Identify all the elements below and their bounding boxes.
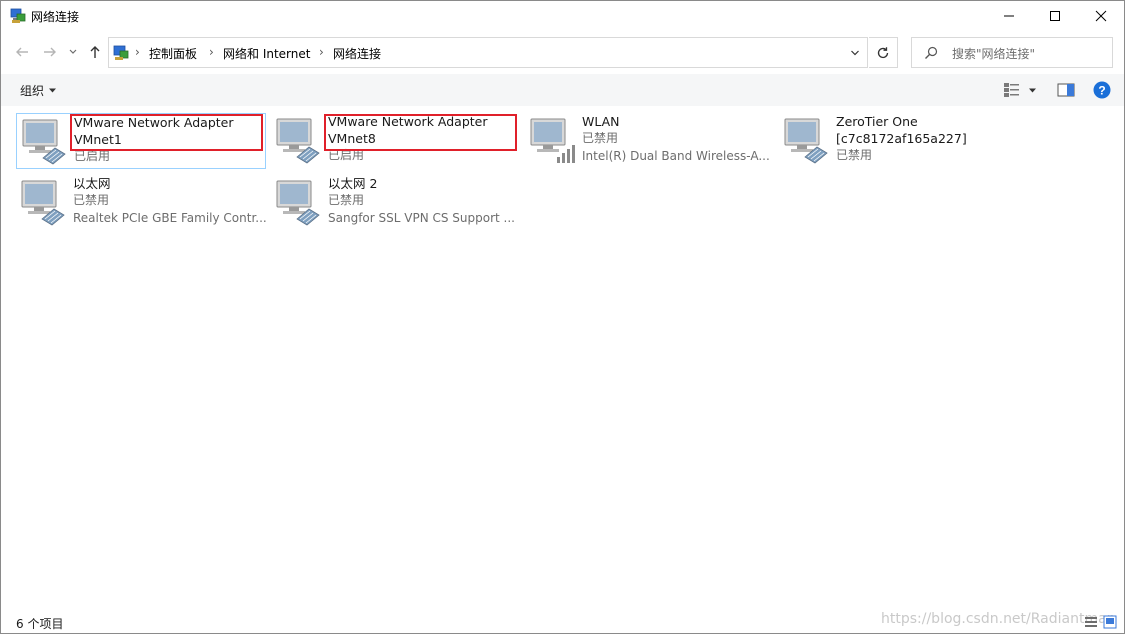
maximize-icon [1050,11,1060,21]
connection-item[interactable]: WLAN 已禁用 Intel(R) Dual Band Wireless-A... [525,113,775,169]
window-title: 网络连接 [31,10,80,24]
organize-button[interactable]: 组织 [20,82,57,99]
minimize-button[interactable] [986,1,1032,31]
network-adapter-icon [19,116,69,166]
refresh-button[interactable] [869,37,898,68]
connection-item[interactable]: 以太网已禁用 Realtek PCIe GBE Family Contr... [16,175,267,231]
connection-item[interactable]: 以太网 2 已禁用 Sangfor SSL VPN CS Support ... [271,175,521,231]
preview-pane-button[interactable] [1055,81,1077,99]
breadcrumb-separator: › [135,45,140,59]
large-icons-view-icon[interactable] [1103,615,1117,629]
connection-name: WLAN [582,114,620,129]
connection-name: ZeroTier One [836,114,918,129]
arrow-up-icon [90,46,100,58]
search-placeholder: 搜索"网络连接" [952,47,1036,61]
highlight-box [70,114,263,151]
search-input[interactable]: 搜索"网络连接" [911,37,1113,68]
search-icon [925,46,938,59]
organize-label: 组织 [20,84,45,98]
connection-name: 以太网 [73,176,111,191]
connection-device: Sangfor SSL VPN CS Support ... [328,211,515,225]
close-icon [1095,10,1107,22]
watermark: https://blog.csdn.net/Radiantman [881,611,1116,627]
change-view-button[interactable] [1001,81,1023,99]
breadcrumb-network-connections[interactable]: 网络连接 [333,45,381,62]
highlight-box [324,114,517,151]
connection-status: 已禁用 [73,193,110,207]
connection-item[interactable]: ZeroTier One [c7c8172af165a227] 已禁用 [779,113,1029,169]
network-connections-icon [10,8,26,23]
breadcrumb-network-internet[interactable]: 网络和 Internet [223,45,310,62]
refresh-icon [877,46,889,58]
address-bar[interactable]: › 控制面板 › 网络和 Internet › 网络连接 [108,37,868,68]
help-icon: ? [1093,81,1111,99]
address-dropdown-button[interactable] [845,43,865,63]
arrow-right-icon [44,47,56,57]
network-adapter-icon [18,177,68,227]
breadcrumb-separator: › [209,45,214,59]
breadcrumb-control-panel[interactable]: 控制面板 [149,45,197,62]
minimize-icon [1004,15,1014,17]
connection-status: 已禁用 [582,131,619,145]
control-panel-icon [113,45,129,60]
chevron-down-icon [851,50,859,56]
network-adapter-icon [273,115,323,165]
forward-button[interactable] [39,41,61,63]
explorer-window: 网络连接 › 控制面板 › 网络和 Internet › 网络连接 搜索"网络连… [0,0,1125,634]
connection-device: Intel(R) Dual Band Wireless-A... [582,149,770,163]
wireless-adapter-icon [527,115,577,165]
connection-name: 以太网 2 [328,176,378,191]
breadcrumb-separator: › [319,45,324,59]
chevron-down-icon [49,88,57,93]
maximize-button[interactable] [1032,1,1078,31]
chevron-down-icon [69,49,77,54]
item-count: 6 个项目 [16,617,64,631]
preview-pane-icon [1057,83,1075,97]
arrow-left-icon [16,47,28,57]
network-adapter-icon [273,177,323,227]
up-button[interactable] [84,41,106,63]
connection-name-line2: [c7c8172af165a227] [836,131,967,146]
network-adapter-icon [781,115,831,165]
connection-status: 已禁用 [836,148,873,162]
view-dropdown-button[interactable] [1025,81,1039,99]
chevron-down-icon [1028,88,1036,92]
help-button[interactable]: ? [1092,81,1112,99]
svg-text:?: ? [1098,84,1105,98]
command-bar: 组织 ? [1,74,1124,106]
back-button[interactable] [11,41,33,63]
recent-locations-button[interactable] [65,41,81,63]
connection-status: 已禁用 [328,193,365,207]
title-bar: 网络连接 [1,1,1124,31]
details-view-icon[interactable] [1084,615,1098,629]
connection-device: Realtek PCIe GBE Family Contr... [73,211,267,225]
view-options-icon [1004,83,1019,97]
close-button[interactable] [1078,1,1124,31]
